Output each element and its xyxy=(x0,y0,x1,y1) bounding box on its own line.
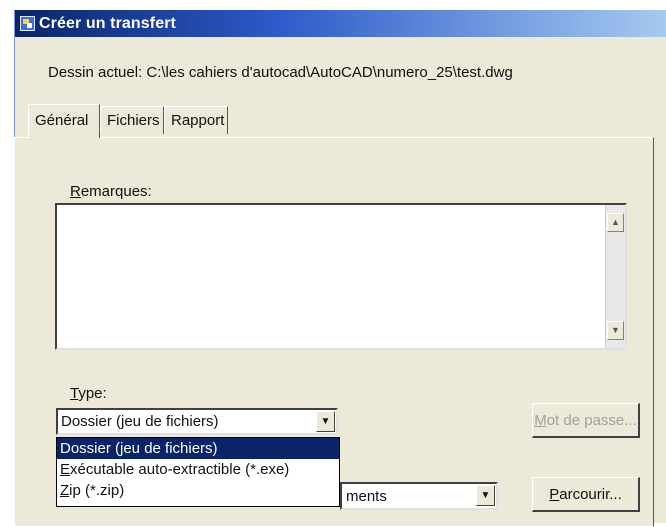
current-drawing: Dessin actuel: C:\les cahiers d'autocad\… xyxy=(48,64,513,81)
tab-files[interactable]: Fichiers xyxy=(100,106,164,134)
browse-button[interactable]: Parcourir... xyxy=(532,477,640,512)
type-option-folder[interactable]: Dossier (jeu de fichiers) xyxy=(57,438,339,459)
password-button[interactable]: Mot de passe... xyxy=(532,403,640,438)
tab-report[interactable]: Rapport xyxy=(164,106,228,134)
remarks-textarea[interactable]: ▲ ▼ xyxy=(55,203,627,350)
chevron-down-icon[interactable]: ▼ xyxy=(316,411,335,432)
type-selected-value: Dossier (jeu de fichiers) xyxy=(61,413,219,430)
current-drawing-path: C:\les cahiers d'autocad\AutoCAD\numero_… xyxy=(146,64,513,81)
folder-visible-value: ments xyxy=(346,488,387,505)
type-option-exe[interactable]: Exécutable auto-extractible (*.exe) xyxy=(57,459,339,480)
title-bar[interactable]: Créer un transfert xyxy=(15,10,666,37)
arrow-down-icon[interactable]: ▼ xyxy=(607,321,624,340)
current-drawing-label: Dessin actuel: xyxy=(48,64,143,81)
type-options-list: Dossier (jeu de fichiers) Exécutable aut… xyxy=(56,437,340,507)
type-label: Type: xyxy=(70,385,107,402)
window-title: Créer un transfert xyxy=(39,14,176,32)
chevron-down-icon[interactable]: ▼ xyxy=(476,485,495,506)
remarks-scrollbar[interactable]: ▲ ▼ xyxy=(605,205,625,348)
arrow-up-icon[interactable]: ▲ xyxy=(607,213,624,232)
tab-general[interactable]: Général xyxy=(28,104,100,138)
type-select[interactable]: Dossier (jeu de fichiers) ▼ xyxy=(56,408,338,435)
folder-select[interactable]: ments ▼ xyxy=(340,482,498,510)
type-option-zip[interactable]: Zip (*.zip) xyxy=(57,480,339,501)
remarks-label: Remarques: xyxy=(70,183,152,200)
transmit-icon xyxy=(20,16,35,31)
